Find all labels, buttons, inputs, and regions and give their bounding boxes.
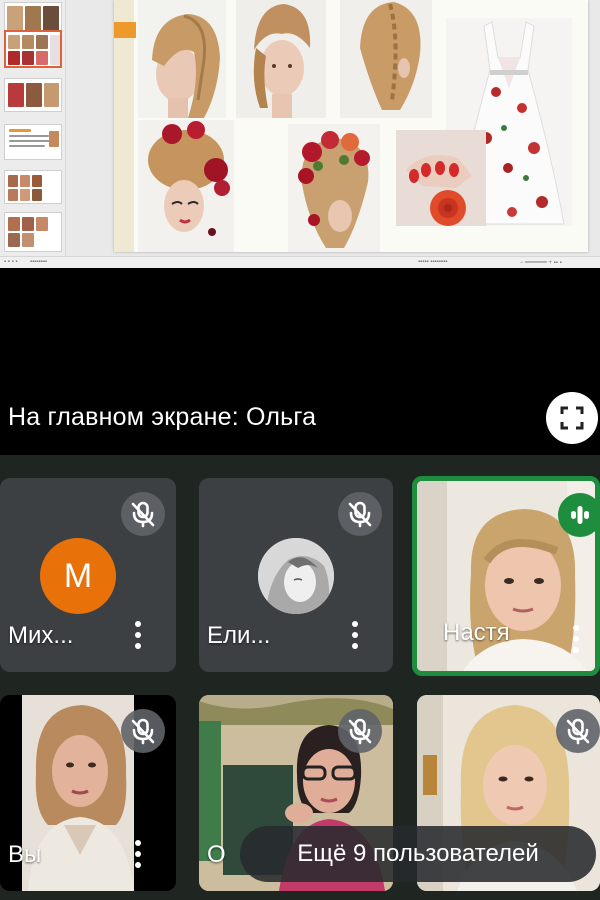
mic-off-icon [121,492,165,536]
mic-off-icon [338,492,382,536]
mic-off-icon [121,709,165,753]
participant-tile[interactable]: М Мих... [0,478,176,672]
shared-presentation: ▪ ▪ ▪ ▪ ▪▪▪▪▪▪▪▪ ▪▪▪▪▪ ▪▪▪▪▪▪▪▪ − ━━━━━━… [0,0,600,268]
main-screen-label: На главном экране: Ольга [8,403,317,431]
slide-thumbnail-active[interactable] [4,30,62,68]
fullscreen-icon [560,406,584,430]
more-options-button[interactable] [347,618,363,652]
slide-photo-manicure [396,130,486,226]
more-vert-icon [135,621,141,649]
participant-tile-speaking[interactable]: Настя [412,476,600,676]
participant-tile-self[interactable]: Вы [0,695,176,891]
mic-off-icon [338,709,382,753]
more-vert-icon [573,625,579,653]
fullscreen-button[interactable] [546,392,598,444]
current-slide [114,0,588,252]
slide-photo-flower-crown [288,124,380,252]
slide-photo-braid-back [340,0,432,118]
participant-name: Настя [443,619,510,646]
slide-thumbnail[interactable] [4,78,62,112]
slide-thumbnail[interactable] [4,170,62,204]
avatar [258,538,334,614]
slide-accent-mark [114,22,136,38]
more-vert-icon [352,621,358,649]
slide-thumbnail[interactable] [4,212,62,252]
more-vert-icon [135,840,141,868]
slide-photo-rose-updo [138,120,234,252]
more-options-button[interactable] [568,622,584,656]
participant-tile[interactable]: Ели... [199,478,393,672]
avatar: М [40,538,116,614]
participant-name: О [207,841,226,868]
slide-thumbnail[interactable] [4,124,62,160]
participant-name: Вы [8,841,42,868]
mic-off-icon [556,709,600,753]
more-options-button[interactable] [130,837,146,871]
presentation-status-bar: ▪ ▪ ▪ ▪ ▪▪▪▪▪▪▪▪ ▪▪▪▪▪ ▪▪▪▪▪▪▪▪ − ━━━━━━… [0,256,600,268]
slide-canvas [66,0,600,256]
audio-levels-icon [558,493,595,537]
slide-photo-braid-side [138,0,226,118]
participant-name: Мих... [8,622,74,649]
more-users-button[interactable]: Ещё 9 пользователей [240,826,596,882]
more-options-button[interactable] [130,618,146,652]
slide-thumbnails-panel[interactable] [0,0,66,256]
participant-name: Ели... [207,622,271,649]
slide-photo-braid-front [236,0,326,118]
